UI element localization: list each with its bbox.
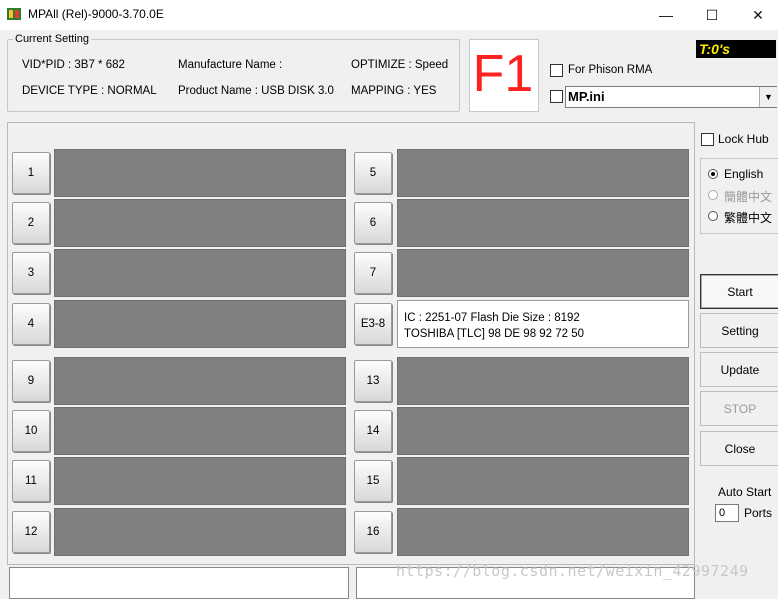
- port-display-e3-8: IC : 2251-07 Flash Die Size : 8192 TOSHIB…: [397, 300, 689, 348]
- current-setting-group: [7, 39, 460, 112]
- port-button-9[interactable]: 9: [12, 360, 50, 402]
- maximize-icon[interactable]: ☐: [689, 0, 735, 30]
- close-icon[interactable]: ✕: [735, 0, 778, 30]
- ini-file-value: MP.ini: [568, 89, 605, 104]
- language-label-english: English: [724, 167, 764, 181]
- port-button-12[interactable]: 12: [12, 511, 50, 553]
- vid-pid-text: VID*PID : 3B7 * 682: [22, 59, 125, 71]
- device-type-text: DEVICE TYPE : NORMAL: [22, 85, 157, 97]
- language-label-traditional: 繁體中文: [724, 211, 773, 225]
- minimize-icon[interactable]: —: [643, 0, 689, 30]
- port-display-10: [54, 407, 346, 455]
- port-display-13: [397, 357, 689, 405]
- port-button-11[interactable]: 11: [12, 460, 50, 502]
- window-title: MPAll (Rel)-9000-3.70.0E: [28, 7, 164, 21]
- port-display-9: [54, 357, 346, 405]
- optimize-text: OPTIMIZE : Speed: [351, 59, 449, 71]
- f1-indicator: F1: [472, 45, 534, 103]
- log-box-left: [9, 567, 349, 599]
- language-radio-traditional[interactable]: [708, 211, 718, 221]
- port-button-7[interactable]: 7: [354, 252, 392, 294]
- current-setting-legend: Current Setting: [13, 33, 91, 45]
- chevron-down-icon[interactable]: ▼: [759, 87, 777, 107]
- port-button-e3-8[interactable]: E3-8: [354, 303, 392, 345]
- port-display-12: [54, 508, 346, 556]
- setting-button[interactable]: Setting: [700, 313, 778, 348]
- port-button-3[interactable]: 3: [12, 252, 50, 294]
- port-button-15[interactable]: 15: [354, 460, 392, 502]
- ports-label: Ports: [744, 506, 773, 520]
- port-display-7: [397, 249, 689, 297]
- port-button-1[interactable]: 1: [12, 152, 50, 194]
- timer-display: T:0's: [696, 40, 776, 58]
- port-display-3: [54, 249, 346, 297]
- ini-file-checkbox[interactable]: [550, 90, 563, 103]
- update-button[interactable]: Update: [700, 352, 778, 387]
- port-button-10[interactable]: 10: [12, 410, 50, 452]
- manufacture-name-text: Manufacture Name :: [178, 59, 283, 71]
- port-info-line: TOSHIBA [TLC] 98 DE 98 92 72 50: [404, 328, 585, 340]
- language-radio-simplified[interactable]: [708, 190, 718, 200]
- language-radio-english[interactable]: [708, 169, 718, 179]
- watermark: https://blog.csdn.net/weixin_42997249: [396, 562, 749, 580]
- close-button[interactable]: Close: [700, 431, 778, 466]
- port-button-14[interactable]: 14: [354, 410, 392, 452]
- for-phison-rma-checkbox[interactable]: [550, 64, 563, 77]
- port-display-14: [397, 407, 689, 455]
- port-button-4[interactable]: 4: [12, 303, 50, 345]
- port-display-11: [54, 457, 346, 505]
- start-button[interactable]: Start: [700, 274, 778, 309]
- port-button-2[interactable]: 2: [12, 202, 50, 244]
- app-icon: [7, 8, 21, 20]
- lock-hub-label: Lock Hub: [718, 132, 769, 146]
- port-display-5: [397, 149, 689, 197]
- product-name-text: Product Name : USB DISK 3.0: [178, 85, 334, 97]
- language-label-simplified: 簡體中文: [724, 190, 773, 204]
- port-button-6[interactable]: 6: [354, 202, 392, 244]
- mapping-text: MAPPING : YES: [351, 85, 437, 97]
- port-display-1: [54, 149, 346, 197]
- port-button-13[interactable]: 13: [354, 360, 392, 402]
- port-display-4: [54, 300, 346, 348]
- stop-button[interactable]: STOP: [700, 391, 778, 426]
- auto-start-label: Auto Start: [718, 485, 772, 499]
- auto-start-ports-input[interactable]: 0: [715, 504, 739, 522]
- port-button-5[interactable]: 5: [354, 152, 392, 194]
- lock-hub-checkbox[interactable]: [701, 133, 714, 146]
- port-button-16[interactable]: 16: [354, 511, 392, 553]
- for-phison-rma-label: For Phison RMA: [568, 64, 653, 76]
- port-display-15: [397, 457, 689, 505]
- port-display-6: [397, 199, 689, 247]
- port-info-line: IC : 2251-07 Flash Die Size : 8192: [404, 312, 580, 324]
- port-display-16: [397, 508, 689, 556]
- port-display-2: [54, 199, 346, 247]
